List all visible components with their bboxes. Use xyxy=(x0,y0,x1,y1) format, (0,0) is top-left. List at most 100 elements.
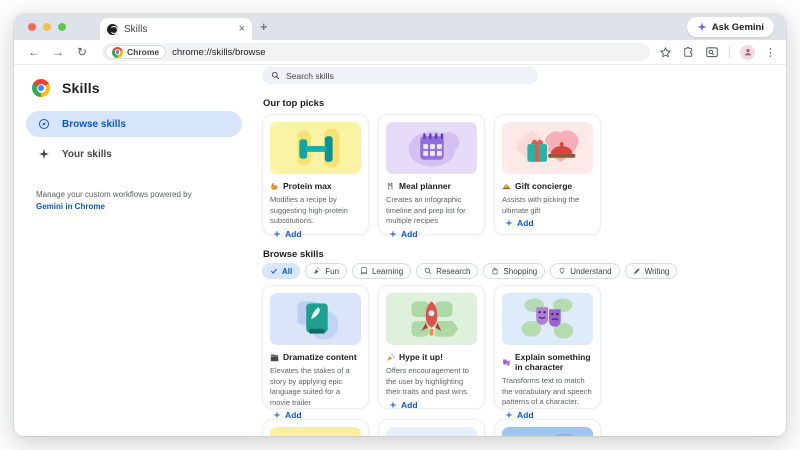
sidebar: Skills Browse skills Your skills Manage … xyxy=(14,65,254,436)
browser-menu-icon[interactable]: ⋮ xyxy=(765,46,776,59)
chrome-badge-label: Chrome xyxy=(127,47,160,57)
browse-skills-row: Dramatize content Elevates the stakes of… xyxy=(262,285,601,420)
section-title-browse: Browse skills xyxy=(263,249,324,260)
sidebar-nav: Browse skills Your skills xyxy=(14,111,254,167)
card-description: Assists with picking the ultimate gift xyxy=(502,195,580,215)
add-skill-button[interactable]: Add xyxy=(270,227,361,240)
card-dramatize-content[interactable]: Dramatize content Elevates the stakes of… xyxy=(262,285,369,420)
chip-label: All xyxy=(282,266,293,276)
card-explain-in-character[interactable]: Explain something in character Transform… xyxy=(494,285,601,420)
chip-label: Understand xyxy=(570,266,612,276)
window-controls[interactable] xyxy=(28,23,66,31)
card-description: Creates an infographic timeline and prep… xyxy=(386,195,466,226)
meal-icon xyxy=(386,182,395,191)
chip-writing[interactable]: Writing xyxy=(624,263,678,279)
reload-button[interactable]: ↻ xyxy=(72,45,92,59)
add-label: Add xyxy=(401,399,418,410)
tab-title: Skills xyxy=(124,23,148,35)
sidebar-item-label: Browse skills xyxy=(62,118,126,130)
new-tab-button[interactable]: + xyxy=(260,20,268,33)
add-label: Add xyxy=(285,228,302,239)
add-skill-button[interactable]: Add xyxy=(502,216,593,229)
card-banner-feather-illustration xyxy=(270,293,361,345)
search-input[interactable]: Search skills xyxy=(262,67,538,84)
card-description: Elevates the stakes of a story by applyi… xyxy=(270,366,350,407)
card-description: Modifies a recipe by suggesting high-pro… xyxy=(270,195,348,226)
card-banner-rocket-illustration xyxy=(386,293,477,345)
address-bar[interactable]: Chrome chrome://skills/browse xyxy=(102,43,650,61)
tab-search-icon[interactable] xyxy=(705,46,719,59)
close-window-button[interactable] xyxy=(28,23,36,31)
main-content: Search skills Our top picks Protein max … xyxy=(262,65,786,436)
chip-learning[interactable]: Learning xyxy=(352,263,412,279)
forward-button[interactable]: → xyxy=(48,45,68,59)
toolbar: ← → ↻ Chrome chrome://skills/browse ⋮ xyxy=(14,40,786,65)
tab-skills[interactable]: Skills × xyxy=(100,18,252,40)
add-label: Add xyxy=(401,228,418,239)
sidebar-item-label: Your skills xyxy=(62,148,112,160)
tab-close-icon[interactable]: × xyxy=(239,23,245,35)
clapper-icon xyxy=(270,353,279,362)
card-banner-dumbbell-illustration xyxy=(270,122,361,174)
chrome-badge[interactable]: Chrome xyxy=(105,45,167,59)
card-title-text: Hype it up! xyxy=(399,352,443,362)
profile-avatar[interactable] xyxy=(740,44,755,60)
pencil-icon xyxy=(633,267,641,275)
chrome-logo-icon xyxy=(32,79,50,97)
skills-page: Skills Browse skills Your skills Manage … xyxy=(14,65,786,436)
card-meal-planner[interactable]: Meal planner Creates an infographic time… xyxy=(378,114,485,239)
ask-gemini-button[interactable]: Ask Gemini xyxy=(686,17,774,37)
url-text[interactable]: chrome://skills/browse xyxy=(172,47,265,58)
toolbar-actions: ⋮ xyxy=(659,44,776,60)
browser-window: Skills × + Ask Gemini ← → ↻ Chrome chrom xyxy=(14,14,786,436)
chip-shopping[interactable]: Shopping xyxy=(483,263,546,279)
gemini-spark-icon xyxy=(697,22,707,32)
zoom-window-button[interactable] xyxy=(58,23,66,31)
search-icon xyxy=(271,71,280,80)
chip-all[interactable]: All xyxy=(262,263,301,279)
chip-label: Research xyxy=(436,266,471,276)
chip-understand[interactable]: Understand xyxy=(550,263,620,279)
skills-favicon xyxy=(107,23,118,35)
toolbar-divider xyxy=(729,46,730,58)
card-title-text: Gift concierge xyxy=(515,181,573,191)
card-title-text: Dramatize content xyxy=(283,352,357,362)
filter-chips: All Fun Learning Research Shopping Under… xyxy=(262,263,678,279)
compass-icon xyxy=(38,118,50,130)
muscle-icon xyxy=(270,182,279,191)
spark-icon xyxy=(38,148,50,160)
card-protein-max[interactable]: Protein max Modifies a recipe by suggest… xyxy=(262,114,369,239)
chip-fun[interactable]: Fun xyxy=(305,263,348,279)
add-skill-button[interactable]: Add xyxy=(386,227,477,240)
tab-strip: Skills × + Ask Gemini xyxy=(14,14,786,40)
masks-icon xyxy=(502,358,511,367)
card-gift-concierge[interactable]: Gift concierge Assists with picking the … xyxy=(494,114,601,235)
chip-label: Fun xyxy=(325,266,340,276)
minimize-window-button[interactable] xyxy=(43,23,51,31)
card-banner-theater-masks-illustration xyxy=(502,293,593,345)
card-title-text: Explain something in character xyxy=(515,352,591,373)
card-partial[interactable] xyxy=(494,419,601,436)
party-popper-icon xyxy=(313,267,321,275)
ask-gemini-label: Ask Gemini xyxy=(711,21,764,33)
card-partial[interactable] xyxy=(378,419,485,436)
card-description: Transforms text to match the vocabulary … xyxy=(502,376,592,407)
check-icon xyxy=(270,267,278,275)
party-icon xyxy=(386,353,395,362)
back-button[interactable]: ← xyxy=(24,45,44,59)
add-skill-button[interactable]: Add xyxy=(386,398,477,411)
chip-label: Learning xyxy=(372,266,404,276)
bell-icon xyxy=(502,182,511,191)
bookmark-star-icon[interactable] xyxy=(659,46,672,59)
card-banner-calendar-illustration xyxy=(386,122,477,174)
gemini-in-chrome-link[interactable]: Gemini in Chrome xyxy=(36,202,105,211)
extensions-icon[interactable] xyxy=(682,46,695,59)
plus-icon xyxy=(273,230,281,238)
chip-research[interactable]: Research xyxy=(416,263,479,279)
card-partial[interactable] xyxy=(262,419,369,436)
card-hype-it-up[interactable]: Hype it up! Offers encouragement to the … xyxy=(378,285,485,411)
sidebar-footer: Manage your custom workflows powered by … xyxy=(36,189,194,214)
sidebar-item-your-skills[interactable]: Your skills xyxy=(26,141,242,167)
search-placeholder: Search skills xyxy=(286,70,334,81)
sidebar-item-browse-skills[interactable]: Browse skills xyxy=(26,111,242,137)
